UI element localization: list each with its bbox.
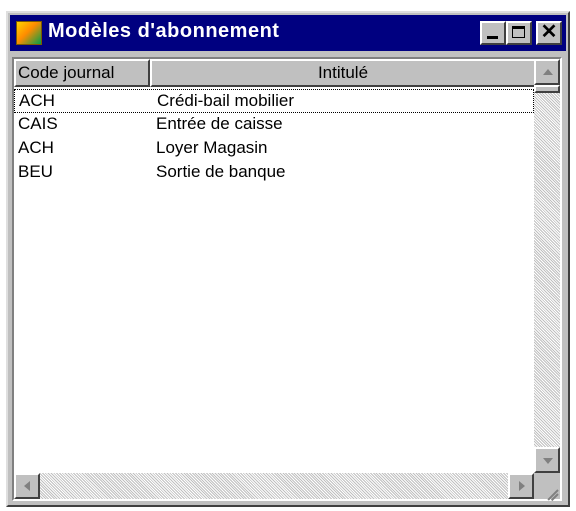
scroll-down-button[interactable]	[534, 447, 560, 473]
column-header-code-journal[interactable]: Code journal	[14, 59, 150, 87]
subscription-models-window: Modèles d'abonnement ✕ Code journal Inti…	[6, 11, 570, 507]
cell-code-journal: ACH	[18, 138, 54, 157]
scroll-right-button[interactable]	[508, 473, 534, 499]
cell-code-journal: ACH	[19, 91, 55, 110]
column-header-intitule[interactable]: Intitulé	[150, 59, 536, 87]
window-title: Modèles d'abonnement	[48, 20, 280, 42]
arrow-up-icon	[543, 69, 553, 75]
list-header: Code journal Intitulé	[14, 59, 536, 87]
cell-code-journal: BEU	[18, 162, 53, 181]
list-row[interactable]: ACH Loyer Magasin	[14, 137, 534, 161]
scroll-left-button[interactable]	[14, 473, 40, 499]
subscription-list: Code journal Intitulé ACH Crédi-bail mob…	[12, 57, 562, 502]
arrow-down-icon	[543, 458, 553, 464]
cell-intitule: Entrée de caisse	[156, 114, 283, 133]
cell-code-journal: CAIS	[18, 114, 58, 133]
cell-intitule: Crédi-bail mobilier	[157, 91, 294, 110]
list-row[interactable]: ACH Crédi-bail mobilier	[14, 89, 534, 113]
close-button[interactable]: ✕	[536, 21, 562, 45]
resize-grip-icon[interactable]	[534, 473, 560, 502]
scroll-up-button[interactable]	[534, 59, 560, 85]
horizontal-scrollbar[interactable]	[14, 473, 534, 499]
list-row[interactable]: BEU Sortie de banque	[14, 161, 534, 185]
cell-intitule: Sortie de banque	[156, 162, 286, 181]
maximize-button[interactable]	[506, 21, 532, 45]
arrow-left-icon	[24, 481, 30, 491]
maximize-icon	[512, 26, 525, 38]
vertical-scroll-thumb[interactable]	[534, 85, 560, 93]
vertical-scrollbar[interactable]	[534, 59, 560, 473]
minimize-button[interactable]	[480, 21, 506, 45]
app-icon[interactable]	[16, 21, 42, 45]
list-row[interactable]: CAIS Entrée de caisse	[14, 113, 534, 137]
close-icon: ✕	[540, 21, 558, 43]
title-bar[interactable]: Modèles d'abonnement ✕	[10, 15, 566, 51]
arrow-right-icon	[519, 481, 525, 491]
cell-intitule: Loyer Magasin	[156, 138, 268, 157]
minimize-icon	[487, 36, 498, 39]
